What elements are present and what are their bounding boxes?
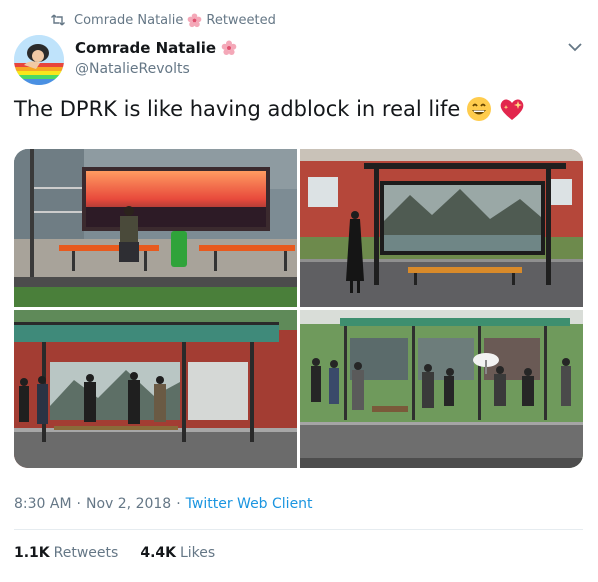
author-handle[interactable]: @NatalieRevolts [75,61,237,77]
sparkling-heart-emoji-icon [498,96,526,122]
divider [14,529,583,530]
flower-emoji-icon [221,40,237,56]
tweet-time[interactable]: 8:30 AM [14,496,72,512]
likes-label: Likes [179,545,216,561]
chevron-down-icon[interactable] [566,40,584,54]
grinning-emoji-icon [466,96,492,122]
photo-3[interactable] [14,310,297,468]
author-name-text[interactable]: Comrade Natalie [75,39,216,57]
retweets-stat[interactable]: 1.1K Retweets [14,545,118,561]
retweets-label: Retweets [53,545,119,561]
client-link[interactable]: Twitter Web Client [186,496,313,512]
meta-separator: · [76,496,81,512]
tweet-text: The DPRK is like having adblock in real … [14,94,526,124]
flower-emoji-icon [187,12,202,28]
meta-separator: · [176,496,181,512]
retweet-icon [50,12,66,28]
avatar[interactable] [14,35,64,85]
photo-1[interactable] [14,149,297,307]
photo-2[interactable] [300,149,583,307]
retweet-context: Comrade Natalie Retweeted [50,11,276,29]
engagement-stats: 1.1K Retweets 4.4K Likes [14,545,237,561]
photo-4[interactable] [300,310,583,468]
retweeted-label: Retweeted [206,12,276,28]
tweet-timestamp: 8:30 AM · Nov 2, 2018 · Twitter Web Clie… [14,496,313,512]
author-display-name[interactable]: Comrade Natalie [75,38,237,58]
media-grid[interactable] [14,149,583,468]
likes-stat[interactable]: 4.4K Likes [140,545,215,561]
likes-count: 4.4K [140,545,176,561]
tweet-date[interactable]: Nov 2, 2018 [86,496,171,512]
tweet-text-content: The DPRK is like having adblock in real … [14,97,461,121]
retweeter-name[interactable]: Comrade Natalie [74,13,183,28]
author-block[interactable]: Comrade Natalie @NatalieRevolts [75,38,237,77]
retweets-count: 1.1K [14,545,50,561]
